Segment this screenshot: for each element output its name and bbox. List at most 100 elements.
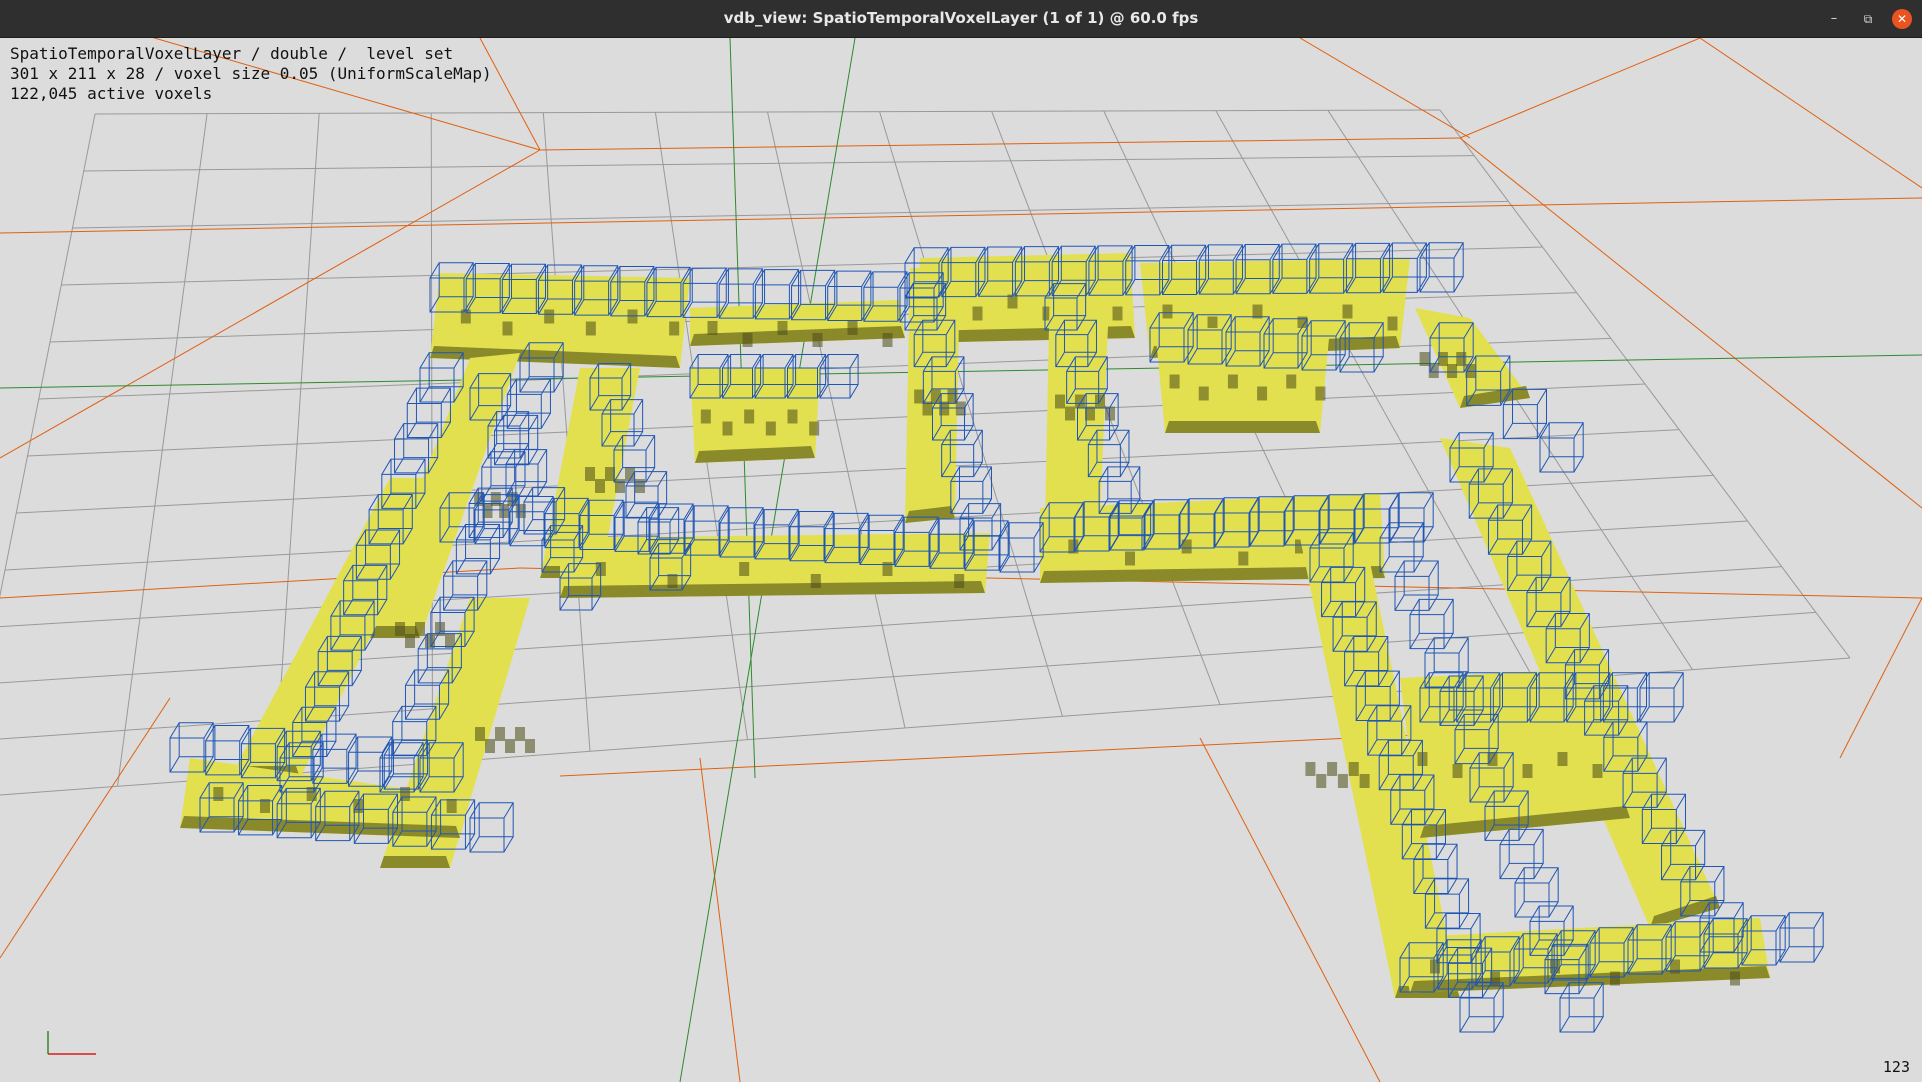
voxel-detail bbox=[777, 321, 788, 335]
voxel-detail bbox=[1452, 764, 1463, 778]
restore-button[interactable]: ⧉ bbox=[1858, 9, 1878, 29]
leaf-node-box bbox=[481, 451, 526, 502]
voxel-detail bbox=[1592, 764, 1603, 778]
title-bar[interactable]: vdb_view: SpatioTemporalVoxelLayer (1 of… bbox=[0, 0, 1922, 38]
voxel-detail bbox=[505, 739, 515, 753]
window-title: vdb_view: SpatioTemporalVoxelLayer (1 of… bbox=[723, 9, 1199, 27]
grid-line bbox=[16, 429, 1680, 514]
bounds-edge bbox=[1839, 597, 1922, 759]
bounds-edge bbox=[0, 197, 1922, 234]
voxel-detail bbox=[669, 321, 680, 336]
minimize-icon: – bbox=[1830, 11, 1838, 26]
axis-line bbox=[0, 354, 1922, 389]
voxel-detail bbox=[627, 309, 638, 324]
voxel-detail bbox=[405, 634, 415, 648]
voxel-detail bbox=[1730, 971, 1740, 986]
voxel-detail bbox=[515, 727, 525, 741]
bounds-edge bbox=[539, 137, 1461, 151]
voxel-detail bbox=[722, 421, 733, 436]
voxel-detail bbox=[544, 309, 555, 324]
voxel-detail bbox=[1610, 971, 1620, 986]
voxel-detail bbox=[1238, 551, 1249, 566]
voxel-detail bbox=[1348, 762, 1359, 776]
voxel-detail bbox=[502, 321, 513, 336]
voxel-detail bbox=[1286, 374, 1297, 389]
grid-info-overlay: SpatioTemporalVoxelLayer / double / leve… bbox=[10, 44, 492, 104]
voxel-detail bbox=[742, 333, 753, 347]
bounds-edge bbox=[1459, 38, 1701, 139]
voxel-detail bbox=[787, 409, 798, 424]
voxel-detail bbox=[1387, 316, 1398, 331]
voxel-detail bbox=[585, 321, 596, 336]
voxel-detail bbox=[954, 574, 965, 588]
leaf-node-box bbox=[455, 524, 501, 575]
grid-line bbox=[879, 111, 1063, 717]
voxel-detail bbox=[882, 333, 893, 347]
leaf-node-box bbox=[950, 466, 992, 514]
close-button[interactable]: ✕ bbox=[1892, 9, 1912, 29]
voxel-detail bbox=[425, 634, 435, 648]
voxel-detail bbox=[765, 421, 776, 436]
voxel-detail bbox=[446, 799, 457, 813]
app-window: vdb_view: SpatioTemporalVoxelLayer (1 of… bbox=[0, 0, 1922, 1082]
voxel-detail bbox=[1169, 374, 1180, 389]
voxel-detail bbox=[213, 787, 224, 801]
voxel-detail bbox=[1125, 551, 1135, 566]
voxel-detail bbox=[1227, 374, 1238, 389]
voxel-detail bbox=[972, 306, 983, 321]
3d-viewport[interactable]: SpatioTemporalVoxelLayer / double / leve… bbox=[0, 38, 1922, 1082]
voxel-detail bbox=[1198, 386, 1209, 401]
grid-dimensions-line: 301 x 211 x 28 / voxel size 0.05 (Unifor… bbox=[10, 64, 492, 83]
voxel-wall-shade bbox=[1165, 421, 1320, 433]
bounds-edge bbox=[1459, 137, 1922, 509]
voxel-detail bbox=[810, 574, 821, 588]
leaf-node-box bbox=[494, 414, 539, 466]
voxel-detail bbox=[744, 409, 755, 424]
bounds-edge bbox=[1299, 38, 1471, 139]
leaf-node-box bbox=[1539, 422, 1584, 473]
voxel-detail bbox=[1075, 394, 1085, 409]
voxel-detail bbox=[585, 467, 595, 481]
voxel-detail bbox=[1522, 764, 1533, 778]
voxel-detail bbox=[1456, 352, 1467, 366]
voxel-detail bbox=[395, 622, 405, 636]
voxel-detail bbox=[1055, 394, 1065, 409]
voxel-scene[interactable] bbox=[0, 38, 1922, 1082]
minimize-button[interactable]: – bbox=[1824, 9, 1844, 29]
voxel-wall-shade bbox=[380, 856, 450, 868]
voxel-detail bbox=[353, 799, 364, 813]
voxel-detail bbox=[595, 479, 605, 493]
voxel-detail bbox=[415, 622, 425, 636]
voxel-detail bbox=[1305, 762, 1316, 776]
voxel-detail bbox=[1447, 364, 1458, 378]
voxel-detail bbox=[525, 739, 535, 753]
bounds-edge bbox=[1699, 38, 1922, 189]
voxel-detail bbox=[707, 321, 718, 335]
voxel-detail bbox=[475, 727, 485, 741]
voxel-detail bbox=[1112, 306, 1123, 321]
voxel-detail bbox=[914, 389, 925, 404]
bounds-edge bbox=[699, 757, 741, 1082]
voxel-wall bbox=[1155, 328, 1330, 433]
voxel-detail bbox=[1162, 304, 1173, 319]
close-icon: ✕ bbox=[1896, 12, 1908, 26]
active-voxel-count-line: 122,045 active voxels bbox=[10, 84, 213, 103]
voxel-detail bbox=[1316, 774, 1327, 788]
voxel-detail bbox=[495, 727, 505, 741]
voxel-detail bbox=[485, 739, 495, 753]
voxel-detail bbox=[1342, 304, 1353, 319]
voxel-geometry bbox=[180, 253, 1770, 998]
leaf-node-box bbox=[1779, 912, 1824, 963]
leaf-node-box bbox=[469, 802, 514, 853]
voxel-detail bbox=[812, 333, 823, 347]
voxel-detail bbox=[1337, 774, 1348, 788]
voxel-detail bbox=[1257, 386, 1268, 401]
voxel-detail bbox=[1327, 762, 1338, 776]
voxel-detail bbox=[1315, 386, 1326, 401]
voxel-detail bbox=[1359, 774, 1370, 788]
orientation-axes-icon bbox=[47, 1031, 96, 1055]
leaf-node-box bbox=[348, 736, 393, 787]
restore-icon: ⧉ bbox=[1863, 12, 1873, 26]
voxel-detail bbox=[739, 562, 750, 576]
voxel-detail bbox=[1557, 752, 1568, 766]
